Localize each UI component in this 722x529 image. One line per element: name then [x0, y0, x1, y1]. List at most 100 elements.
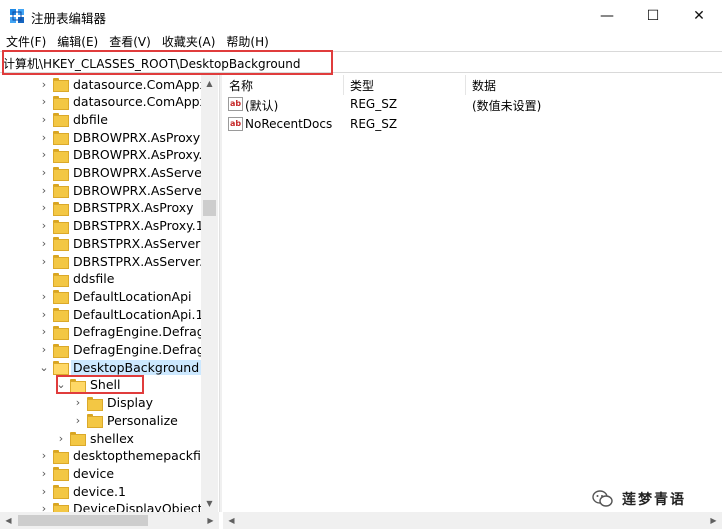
tree-item[interactable]: › DBRSTPRX.AsProxy	[38, 199, 196, 217]
column-header-type[interactable]: 类型	[344, 75, 466, 95]
tree-item[interactable]: › DBRSTPRX.AsServer.1	[38, 252, 213, 270]
tree-item[interactable]: › DBROWPRX.AsServer.	[38, 181, 212, 199]
tree-item[interactable]: › DBRSTPRX.AsServer	[38, 234, 202, 252]
tree-item-label: desktopthemepackfile	[73, 448, 212, 464]
tree-item-label: datasource.ComAppx	[73, 94, 208, 110]
column-header-name[interactable]: 名称	[223, 75, 344, 95]
tree-item[interactable]: › Personalize	[72, 411, 180, 429]
menu-favorites[interactable]: 收藏夹(A)	[156, 31, 221, 51]
expand-chevron-icon[interactable]: ›	[38, 181, 50, 199]
list-item[interactable]: ab NoRecentDocs REG_SZ	[223, 115, 722, 135]
expand-chevron-icon[interactable]: ›	[72, 411, 84, 429]
tree-item-label: DesktopBackground	[71, 359, 202, 375]
tree-item[interactable]: › datasource.ComAppx	[38, 75, 209, 93]
list-horizontal-scrollbar[interactable]: ◀ ▶	[223, 512, 722, 529]
no-expander	[38, 270, 50, 288]
menu-edit[interactable]: 编辑(E)	[51, 31, 103, 51]
expand-chevron-icon[interactable]: ›	[38, 500, 50, 512]
tree-item[interactable]: › DBROWPRX.AsProxy	[38, 128, 202, 146]
expand-chevron-icon[interactable]: ›	[38, 482, 50, 500]
expand-chevron-icon[interactable]: ›	[72, 394, 84, 412]
tree-item[interactable]: ddsfile	[38, 270, 116, 288]
expand-chevron-icon[interactable]: ›	[38, 447, 50, 465]
folder-icon	[53, 237, 69, 252]
minimize-button[interactable]: —	[584, 0, 630, 31]
expand-chevron-icon[interactable]: ›	[38, 305, 50, 323]
folder-icon	[53, 255, 69, 269]
expand-chevron-icon[interactable]: ›	[38, 234, 50, 252]
scroll-left-arrow-icon[interactable]: ◀	[223, 512, 240, 529]
tree-item-label: shellex	[90, 430, 134, 446]
expand-chevron-icon[interactable]: ›	[38, 146, 50, 164]
tree-item[interactable]: › Display	[72, 394, 155, 412]
tree-item[interactable]: › DeviceDisplayObject	[38, 500, 205, 512]
menu-view[interactable]: 查看(V)	[103, 31, 156, 51]
tree-item[interactable]: › DBROWPRX.AsProxy.1	[38, 146, 212, 164]
tree-item[interactable]: › DBRSTPRX.AsProxy.1	[38, 217, 206, 235]
folder-icon	[53, 113, 69, 128]
folder-icon	[87, 396, 103, 411]
expand-chevron-icon[interactable]: ›	[38, 341, 50, 359]
window-title: 注册表编辑器	[31, 11, 107, 26]
list-item[interactable]: ab (默认) REG_SZ (数值未设置)	[223, 95, 722, 115]
expand-chevron-icon[interactable]: ›	[38, 217, 50, 235]
tree-item[interactable]: › DefragEngine.DefragE	[38, 341, 215, 359]
value-name: NoRecentDocs	[245, 117, 333, 131]
tree-item-label: DBRSTPRX.AsProxy.1	[73, 218, 204, 234]
tree-item[interactable]: › desktopthemepackfile	[38, 447, 214, 465]
expand-chevron-icon[interactable]: ›	[55, 429, 67, 447]
tree-item-label: DeviceDisplayObject	[73, 501, 203, 512]
expand-chevron-icon[interactable]: ›	[38, 252, 50, 270]
scroll-down-arrow-icon[interactable]: ▼	[201, 495, 218, 512]
expand-chevron-icon[interactable]: ›	[38, 323, 50, 341]
tree-item[interactable]: › datasource.ComAppx	[38, 93, 209, 111]
tree-item-label: DBROWPRX.AsProxy	[73, 129, 201, 145]
address-highlight-box	[2, 50, 333, 75]
scroll-up-arrow-icon[interactable]: ▲	[201, 75, 218, 92]
folder-icon	[53, 467, 69, 482]
scroll-left-arrow-icon[interactable]: ◀	[0, 512, 17, 529]
tree-item[interactable]: › DefragEngine.DefragE	[38, 323, 215, 341]
key-tree[interactable]: › datasource.ComAppx › datasource.ComAppx › d…	[0, 75, 219, 512]
tree-item[interactable]: › DefaultLocationApi.1	[38, 305, 205, 323]
tree-item-label: dbfile	[73, 111, 108, 127]
folder-icon	[53, 78, 69, 92]
folder-icon	[53, 449, 69, 464]
menu-help[interactable]: 帮助(H)	[220, 31, 273, 51]
collapse-chevron-icon[interactable]: ⌄	[38, 358, 50, 376]
expand-chevron-icon[interactable]: ›	[38, 75, 50, 93]
tree-item[interactable]: › dbfile	[38, 110, 110, 128]
scroll-right-arrow-icon[interactable]: ▶	[705, 512, 722, 529]
tree-item-label: DBROWPRX.AsProxy.1	[73, 147, 211, 163]
value-list[interactable]: 名称 类型 数据 ab (默认) REG_SZ (数值未设置) ab NoRec…	[223, 75, 722, 512]
tree-item[interactable]: › shellex	[55, 429, 136, 447]
menu-file[interactable]: 文件(F)	[0, 31, 51, 51]
expand-chevron-icon[interactable]: ›	[38, 287, 50, 305]
expand-chevron-icon[interactable]: ›	[38, 164, 50, 182]
expand-chevron-icon[interactable]: ›	[38, 93, 50, 111]
tree-item[interactable]: › DBROWPRX.AsServer	[38, 164, 209, 182]
tree-item[interactable]: › device	[38, 464, 116, 482]
expand-chevron-icon[interactable]: ›	[38, 110, 50, 128]
tree-item[interactable]: › DefaultLocationApi	[38, 287, 194, 305]
tree-horizontal-scrollbar[interactable]: ◀ ▶	[0, 512, 219, 529]
value-name: (默认)	[245, 99, 279, 113]
close-button[interactable]: ✕	[676, 0, 722, 31]
expand-chevron-icon[interactable]: ›	[38, 128, 50, 146]
folder-icon	[53, 166, 69, 181]
tree-item-label: datasource.ComAppx	[73, 76, 208, 92]
maximize-button[interactable]: ☐	[630, 0, 676, 31]
scroll-thumb[interactable]	[18, 515, 148, 526]
scroll-right-arrow-icon[interactable]: ▶	[202, 512, 219, 529]
column-header-data[interactable]: 数据	[466, 75, 722, 95]
pane-splitter[interactable]	[219, 75, 222, 512]
tree-item[interactable]: › device.1	[38, 482, 128, 500]
folder-icon	[53, 343, 69, 358]
title-bar: 注册表编辑器 — ☐ ✕	[0, 0, 722, 31]
expand-chevron-icon[interactable]: ›	[38, 464, 50, 482]
value-type: REG_SZ	[350, 117, 398, 131]
expand-chevron-icon[interactable]: ›	[38, 199, 50, 217]
tree-vertical-scrollbar[interactable]: ▲ ▼	[201, 75, 218, 512]
scroll-thumb[interactable]	[203, 200, 216, 216]
tree-item[interactable]: ⌄ DesktopBackground	[38, 358, 202, 376]
